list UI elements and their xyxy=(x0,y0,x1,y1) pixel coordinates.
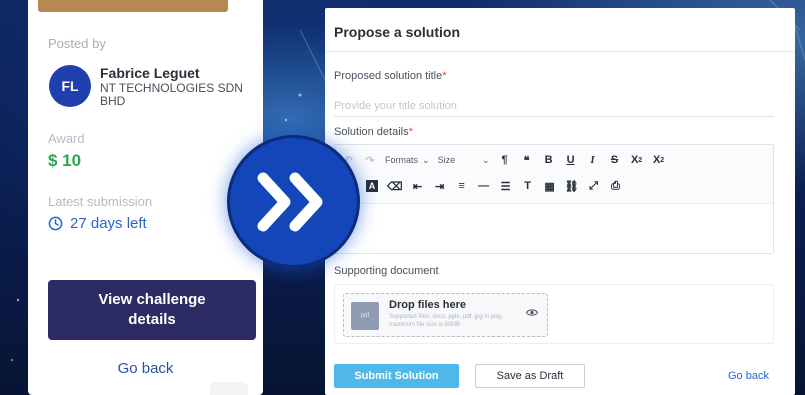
divider xyxy=(325,51,795,52)
align-left-icon[interactable]: ≡ xyxy=(451,175,473,197)
supporting-document-box: pdf Drop files here Supported files: doc… xyxy=(334,284,774,344)
posted-by-label: Posted by xyxy=(48,36,106,51)
indent-icon[interactable]: ⇥ xyxy=(429,175,451,197)
required-mark: * xyxy=(408,126,413,138)
clock-icon xyxy=(48,216,63,231)
poster-name: Fabrice Leguet xyxy=(100,65,200,81)
strikethrough-icon[interactable]: S xyxy=(604,149,626,171)
deadline: 27 days left xyxy=(48,215,147,232)
clear-format-icon[interactable]: ⌫ xyxy=(383,175,407,197)
print-icon[interactable]: ⎙ xyxy=(605,175,627,197)
underline-icon[interactable]: U xyxy=(560,149,582,171)
required-mark: * xyxy=(442,70,447,82)
table-icon[interactable]: ▦ xyxy=(539,175,561,197)
award-label: Award xyxy=(48,131,85,146)
superscript-icon[interactable]: X2 xyxy=(648,149,670,171)
text-color-icon[interactable]: A xyxy=(361,175,383,197)
size-select-label: Size xyxy=(437,155,456,165)
text-format-icon[interactable]: T xyxy=(517,175,539,197)
solution-details-label: Solution details* xyxy=(334,126,413,138)
drop-title: Drop files here xyxy=(389,299,467,311)
italic-icon[interactable]: I xyxy=(582,149,604,171)
go-back-link[interactable]: Go back xyxy=(28,360,263,377)
file-dropzone[interactable]: pdf Drop files here Supported files: doc… xyxy=(343,293,548,337)
solution-title-label-text: Proposed solution title xyxy=(334,70,443,82)
solution-title-label: Proposed solution title* xyxy=(334,70,447,82)
bold-icon[interactable]: B xyxy=(538,149,560,171)
forward-arrow-badge xyxy=(227,135,360,268)
double-chevron-right-icon xyxy=(257,172,322,231)
link-icon[interactable]: ⛓ xyxy=(561,175,583,197)
outdent-icon[interactable]: ⇤ xyxy=(407,175,429,197)
save-as-draft-button[interactable]: Save as Draft xyxy=(475,364,585,388)
award-value: $ 10 xyxy=(48,151,82,170)
panel-title: Propose a solution xyxy=(334,24,461,40)
avatar: FL xyxy=(49,65,91,107)
submit-solution-button[interactable]: Submit Solution xyxy=(334,364,459,388)
corner-tab xyxy=(210,382,248,395)
editor-toolbar-row-2: A ⌫ ⇤ ⇥ ≡ — ☰ T ▦ ⛓ ⤢ ⎙ xyxy=(361,173,627,199)
quote-icon[interactable]: ❝ xyxy=(516,149,538,171)
document-icon: pdf xyxy=(351,302,379,330)
poster-company: NT TECHNOLOGIES SDN BHD xyxy=(100,81,243,108)
solution-title-input[interactable] xyxy=(334,95,774,117)
subscript-icon[interactable]: X2 xyxy=(626,149,648,171)
challenge-image-strip xyxy=(38,0,228,12)
supporting-document-label: Supporting document xyxy=(334,265,439,277)
list-icon[interactable]: ☰ xyxy=(495,175,517,197)
editor-toolbar-row-1: ↶ ↷ Formats ⌄ Size ⌄ ¶ ❝ B U I S X2 X2 xyxy=(337,147,670,173)
eye-icon[interactable] xyxy=(526,308,538,317)
deadline-text: 27 days left xyxy=(70,215,147,232)
rich-text-editor: ↶ ↷ Formats ⌄ Size ⌄ ¶ ❝ B U I S X2 X2 A ⌫… xyxy=(334,144,774,254)
solution-details-label-text: Solution details xyxy=(334,126,409,138)
paragraph-icon[interactable]: ¶ xyxy=(494,149,516,171)
horizontal-rule-icon[interactable]: — xyxy=(473,175,495,197)
fullscreen-icon[interactable]: ⤢ xyxy=(583,175,605,197)
view-challenge-details-button[interactable]: View challenge details xyxy=(48,280,256,340)
chevron-down-icon: ⌄ xyxy=(422,154,430,165)
formats-select-label: Formats xyxy=(385,155,419,165)
size-select[interactable]: Size ⌄ xyxy=(434,149,494,171)
formats-select[interactable]: Formats ⌄ xyxy=(381,149,434,171)
latest-submission-label: Latest submission xyxy=(48,194,153,209)
drop-hint: Supported files: docx, pptx, pdf, jpg in… xyxy=(389,314,503,328)
redo-icon[interactable]: ↷ xyxy=(359,149,381,171)
editor-text-area[interactable] xyxy=(335,203,773,253)
propose-solution-panel: Propose a solution Proposed solution tit… xyxy=(325,8,795,395)
go-back-link-form[interactable]: Go back xyxy=(728,370,769,382)
chevron-down-icon: ⌄ xyxy=(482,154,490,165)
